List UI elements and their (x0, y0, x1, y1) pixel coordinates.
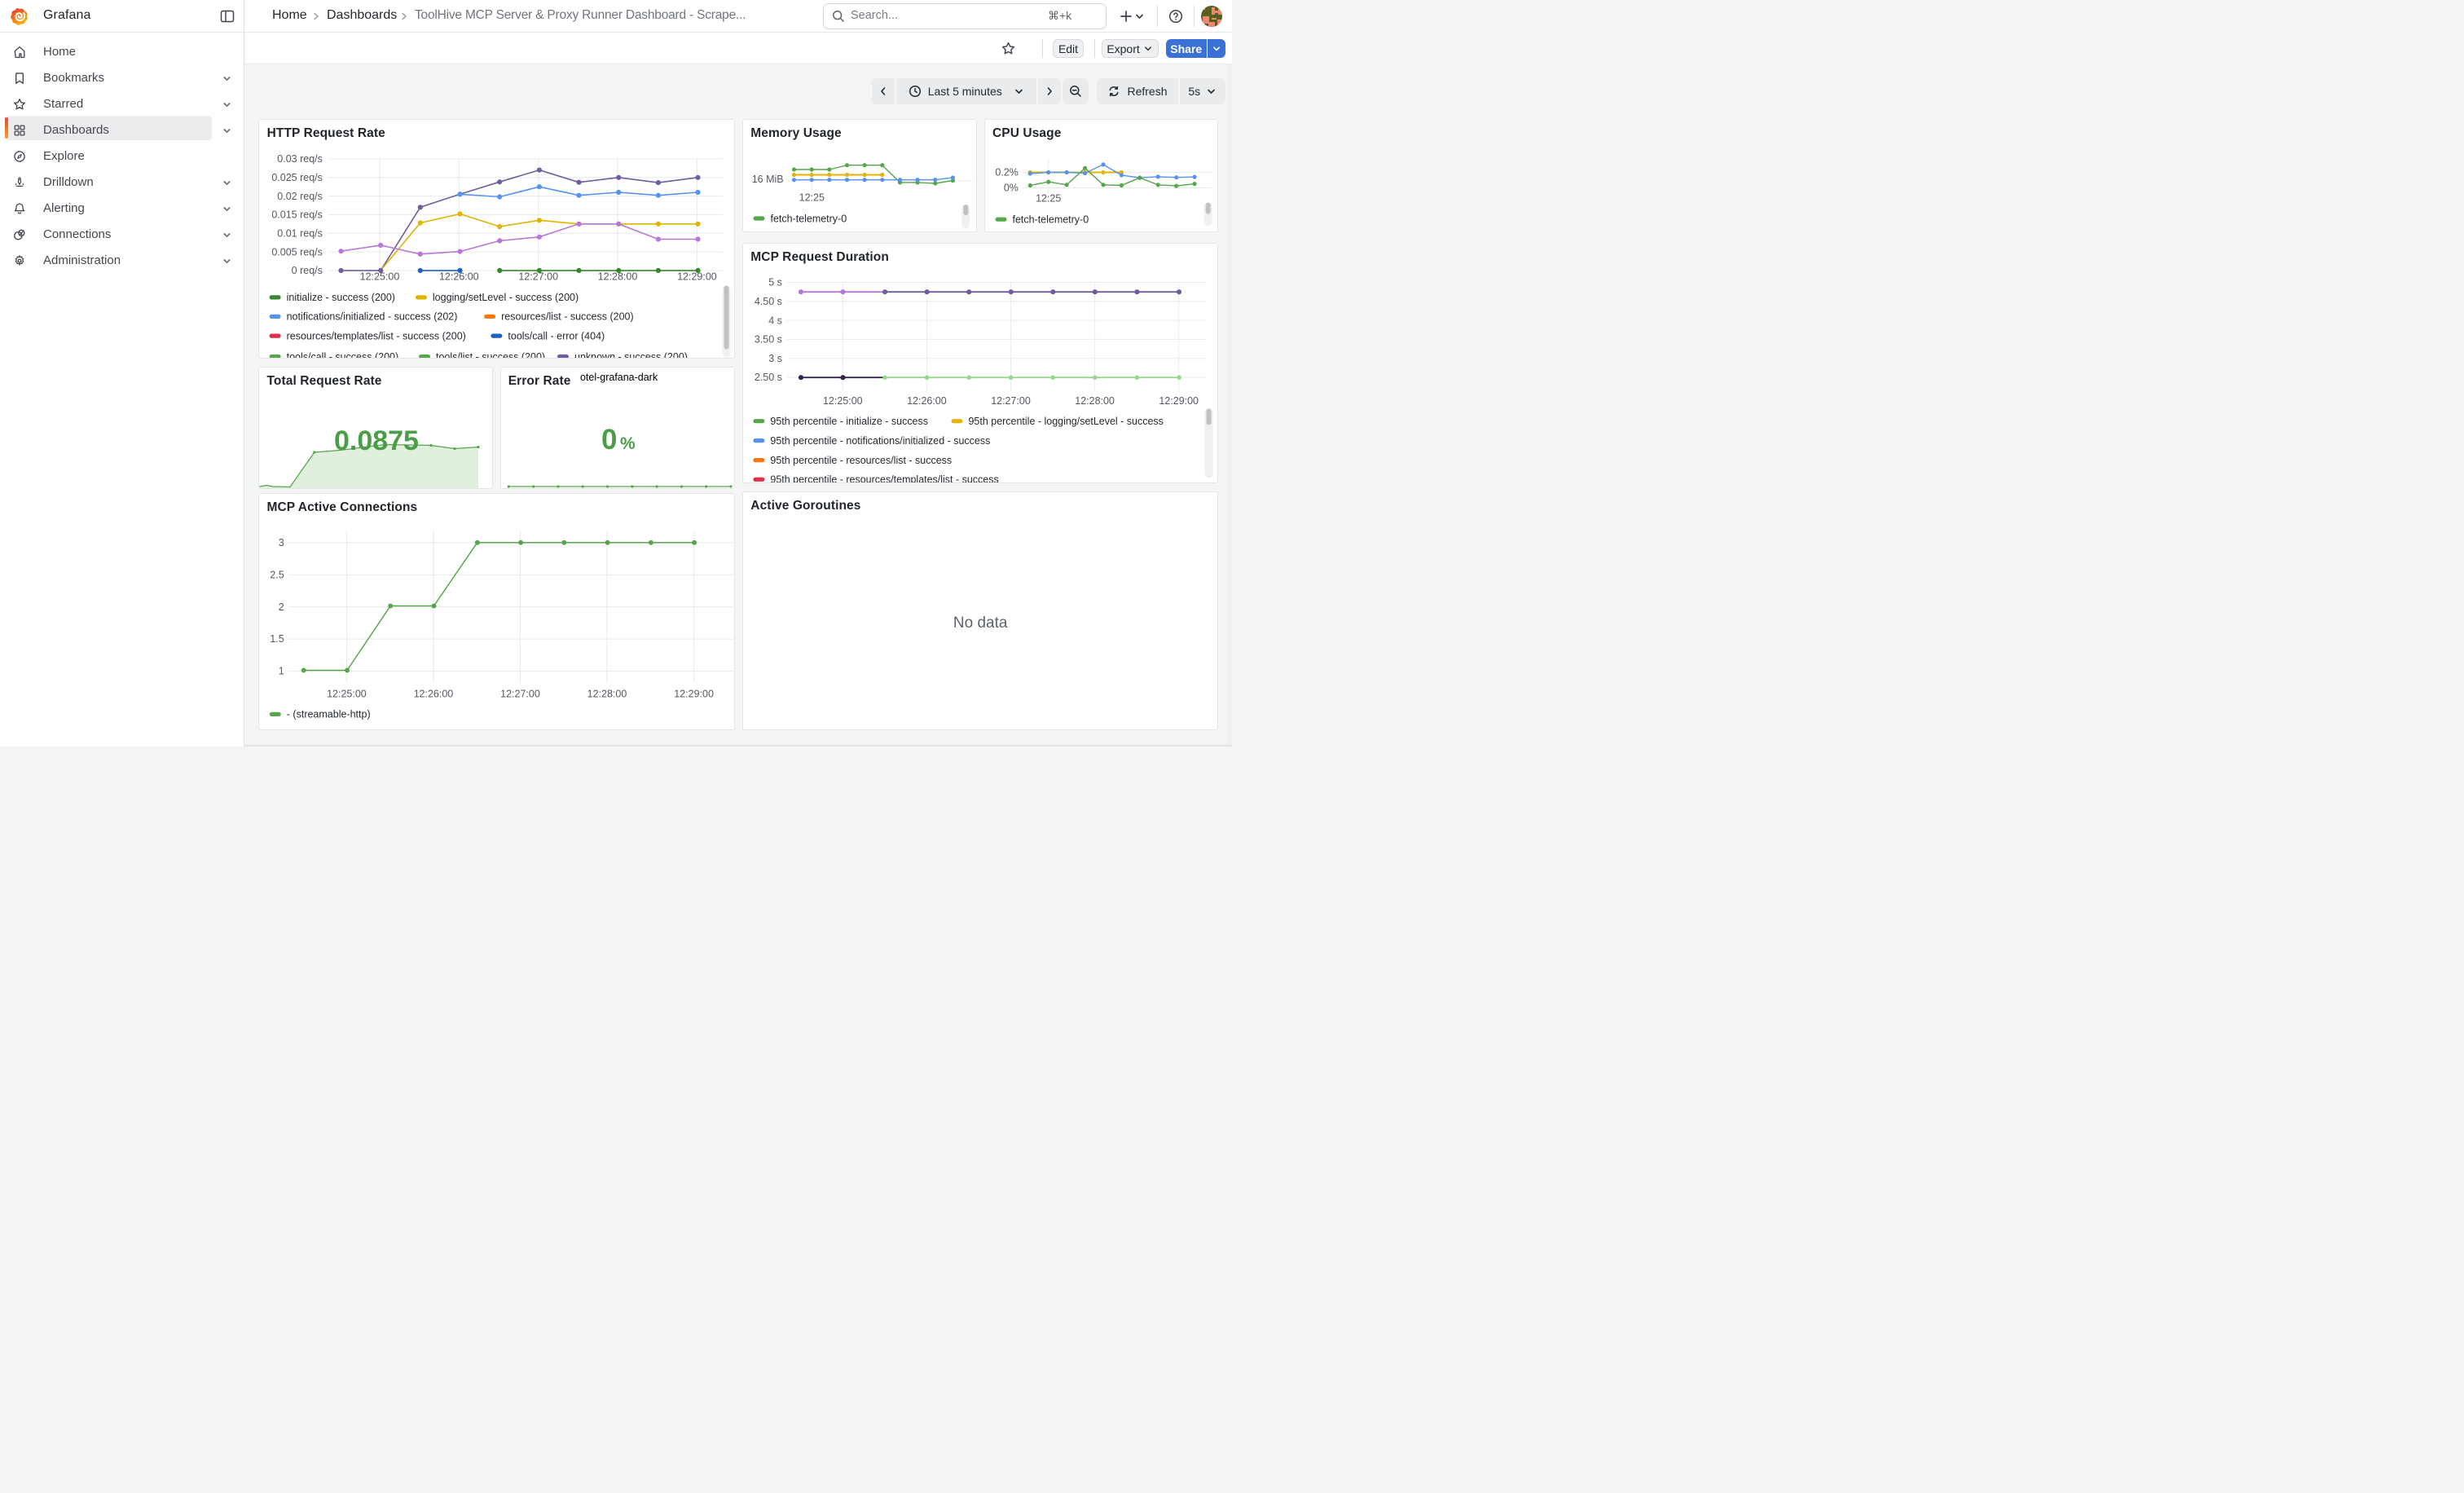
svg-text:unknown - success (200): unknown - success (200) (574, 350, 688, 359)
svg-text:1.5: 1.5 (270, 633, 284, 645)
svg-text:tools/call - success (200): tools/call - success (200) (286, 350, 398, 359)
svg-text:12:27:00: 12:27:00 (518, 271, 558, 282)
svg-text:12:25: 12:25 (799, 192, 825, 203)
svg-text:2.50 s: 2.50 s (755, 372, 782, 383)
svg-text:%: % (620, 434, 636, 453)
svg-text:16 MiB: 16 MiB (752, 173, 784, 184)
svg-text:0.03 req/s: 0.03 req/s (277, 153, 323, 165)
svg-text:resources/list - success (200): resources/list - success (200) (501, 310, 634, 322)
svg-text:- (streamable-http): - (streamable-http) (286, 709, 370, 720)
svg-text:12:28:00: 12:28:00 (1075, 394, 1115, 406)
svg-text:5 s: 5 s (768, 276, 782, 288)
svg-text:4 s: 4 s (768, 315, 782, 326)
svg-text:otel-grafana-dark: otel-grafana-dark (580, 372, 658, 383)
svg-text:4.50 s: 4.50 s (755, 296, 782, 307)
svg-text:0.015 req/s: 0.015 req/s (271, 209, 323, 220)
svg-text:initialize - success (200): initialize - success (200) (286, 292, 394, 303)
svg-text:12:29:00: 12:29:00 (1159, 394, 1199, 406)
svg-text:0: 0 (601, 424, 617, 456)
svg-text:12:26:00: 12:26:00 (413, 688, 453, 699)
svg-text:12:26:00: 12:26:00 (907, 394, 947, 406)
svg-text:12:25:00: 12:25:00 (823, 394, 863, 406)
svg-text:12:29:00: 12:29:00 (677, 271, 717, 282)
svg-text:notifications/initialized - su: notifications/initialized - success (202… (286, 310, 457, 322)
svg-text:0.0875: 0.0875 (334, 425, 419, 456)
svg-text:2.5: 2.5 (270, 569, 284, 580)
svg-text:95th percentile - logging/setL: 95th percentile - logging/setLevel - suc… (968, 415, 1163, 426)
svg-text:12:27:00: 12:27:00 (500, 688, 540, 699)
svg-text:95th percentile - resources/te: 95th percentile - resources/templates/li… (770, 473, 998, 482)
svg-text:0%: 0% (1004, 182, 1019, 193)
svg-text:fetch-telemetry-0: fetch-telemetry-0 (770, 213, 847, 224)
svg-text:95th percentile - notification: 95th percentile - notifications/initiali… (770, 434, 990, 446)
svg-text:12:28:00: 12:28:00 (587, 688, 627, 699)
svg-text:0 req/s: 0 req/s (291, 265, 322, 276)
svg-text:12:25:00: 12:25:00 (327, 688, 367, 699)
svg-text:1: 1 (278, 666, 284, 677)
svg-text:0.02 req/s: 0.02 req/s (277, 190, 323, 201)
svg-text:logging/setLevel - success (20: logging/setLevel - success (200) (432, 292, 578, 303)
svg-text:95th percentile - initialize -: 95th percentile - initialize - success (770, 415, 928, 426)
svg-text:0.025 req/s: 0.025 req/s (271, 172, 323, 183)
svg-text:0.01 req/s: 0.01 req/s (277, 227, 323, 239)
svg-text:0.2%: 0.2% (995, 166, 1018, 178)
svg-text:tools/call - error (404): tools/call - error (404) (508, 330, 605, 341)
svg-text:12:26:00: 12:26:00 (439, 271, 479, 282)
svg-text:12:28:00: 12:28:00 (597, 271, 637, 282)
svg-text:fetch-telemetry-0: fetch-telemetry-0 (1012, 214, 1089, 225)
svg-text:12:25: 12:25 (1036, 192, 1061, 204)
svg-text:12:29:00: 12:29:00 (674, 688, 714, 699)
svg-text:2: 2 (278, 601, 284, 613)
svg-text:12:27:00: 12:27:00 (991, 394, 1031, 406)
svg-text:3: 3 (278, 537, 284, 548)
svg-text:3.50 s: 3.50 s (755, 333, 782, 345)
svg-text:3 s: 3 s (768, 352, 782, 363)
svg-text:resources/templates/list - suc: resources/templates/list - success (200) (286, 330, 465, 341)
svg-text:95th percentile - resources/li: 95th percentile - resources/list - succe… (770, 454, 952, 465)
svg-text:0.005 req/s: 0.005 req/s (271, 246, 323, 258)
svg-text:12:25:00: 12:25:00 (359, 271, 399, 282)
svg-text:tools/list - success (200): tools/list - success (200) (436, 350, 545, 359)
